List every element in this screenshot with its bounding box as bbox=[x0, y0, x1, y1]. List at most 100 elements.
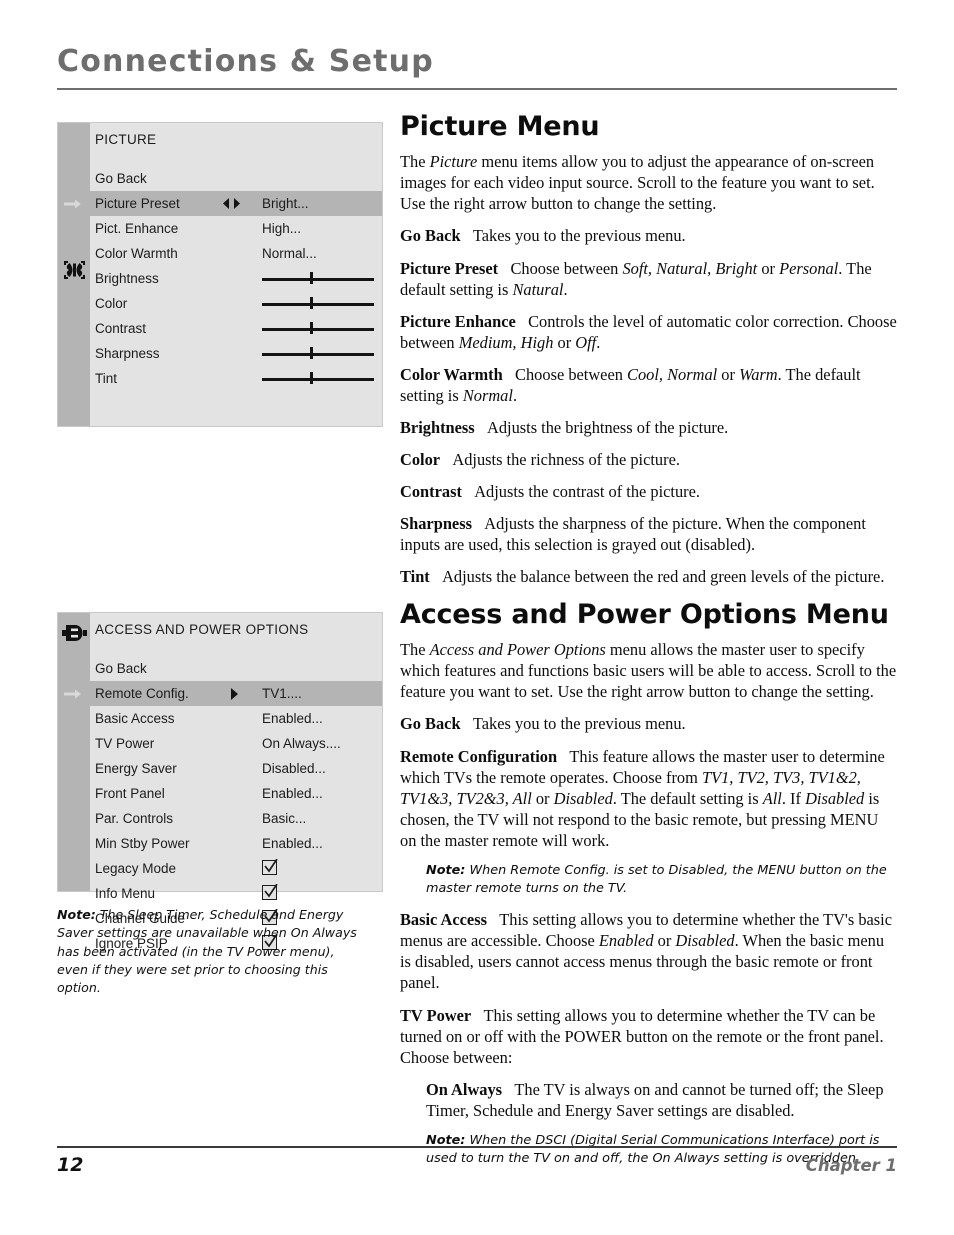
access-power-section: Access and Power Options Menu The Access… bbox=[400, 599, 897, 1179]
osd-item-brightness[interactable]: Brightness bbox=[90, 266, 382, 291]
header-divider bbox=[57, 88, 897, 90]
term-body-d: . If bbox=[781, 788, 806, 808]
osd-item-value: Bright... bbox=[262, 196, 309, 211]
osd-item-value: Enabled... bbox=[262, 711, 323, 726]
footer-divider bbox=[57, 1146, 897, 1148]
legacy-mode-checkbox[interactable] bbox=[262, 859, 278, 875]
osd-item-par-controls[interactable]: Par. Controls Basic... bbox=[90, 806, 382, 831]
osd-item-energy-saver[interactable]: Energy Saver Disabled... bbox=[90, 756, 382, 781]
sharpness-slider[interactable] bbox=[262, 347, 374, 359]
picture-menu-osd: PICTURE Go Back Picture Preset Bright...… bbox=[57, 122, 383, 427]
osd-title-row: PICTURE bbox=[90, 123, 382, 157]
brightness-slider[interactable] bbox=[262, 272, 374, 284]
term-body-b: or bbox=[757, 258, 780, 278]
info-menu-checkbox[interactable] bbox=[262, 884, 278, 900]
osd-title: PICTURE bbox=[95, 132, 157, 147]
term: Basic Access bbox=[400, 910, 487, 930]
osd-item-label: Par. Controls bbox=[95, 811, 174, 826]
term: Picture Preset bbox=[400, 258, 499, 278]
term-body-d: . bbox=[512, 385, 518, 405]
osd-item-label: Picture Preset bbox=[95, 196, 180, 211]
intro-emphasis: Access and Power Options bbox=[429, 640, 606, 660]
access-item-basic-access: Basic Access This setting allows you to … bbox=[400, 909, 897, 993]
access-item-tv-power: TV Power This setting allows you to dete… bbox=[400, 1005, 897, 1068]
picture-item-brightness: Brightness Adjusts the brightness of the… bbox=[400, 417, 897, 438]
osd-item-pict-enhance[interactable]: Pict. Enhance High... bbox=[90, 216, 382, 241]
osd-item-value: TV1.... bbox=[262, 686, 302, 701]
term-em-b: Disabled bbox=[553, 788, 613, 808]
osd-item-label: Go Back bbox=[95, 661, 147, 676]
osd-item-label: Front Panel bbox=[95, 786, 165, 801]
osd-item-label: Go Back bbox=[95, 171, 147, 186]
chapter-label: Chapter 1 bbox=[805, 1156, 897, 1175]
left-right-adjust-arrows-icon[interactable] bbox=[223, 191, 240, 216]
osd-spacer bbox=[90, 157, 382, 166]
access-menu-rows: ACCESS AND POWER OPTIONS Go Back Remote … bbox=[64, 613, 382, 956]
access-power-intro: The Access and Power Options menu allows… bbox=[400, 639, 897, 702]
intro-emphasis: Picture bbox=[429, 152, 478, 172]
osd-item-value: Normal... bbox=[262, 246, 317, 261]
slider-knob[interactable] bbox=[310, 372, 313, 384]
picture-menu-heading: Picture Menu bbox=[400, 111, 600, 142]
contrast-slider[interactable] bbox=[262, 322, 374, 334]
term-em-a: Enabled bbox=[598, 931, 654, 951]
submenu-arrow-icon[interactable] bbox=[230, 681, 238, 706]
slider-knob[interactable] bbox=[310, 297, 313, 309]
note-label: Note: bbox=[57, 907, 96, 922]
osd-item-label: Energy Saver bbox=[95, 761, 177, 776]
page-header: Connections & Setup bbox=[57, 46, 897, 78]
term-body-b: or bbox=[531, 788, 554, 808]
tint-slider[interactable] bbox=[262, 372, 374, 384]
osd-item-contrast[interactable]: Contrast bbox=[90, 316, 382, 341]
intro-text-a: The bbox=[400, 152, 430, 172]
osd-item-legacy-mode[interactable]: Legacy Mode bbox=[90, 856, 382, 881]
osd-item-basic-access[interactable]: Basic Access Enabled... bbox=[90, 706, 382, 731]
osd-item-color-warmth[interactable]: Color Warmth Normal... bbox=[90, 241, 382, 266]
slider-knob[interactable] bbox=[310, 272, 313, 284]
osd-item-info-menu[interactable]: Info Menu bbox=[90, 881, 382, 906]
term: Brightness bbox=[400, 418, 475, 438]
page-number: 12 bbox=[57, 1154, 84, 1176]
osd-item-front-panel[interactable]: Front Panel Enabled... bbox=[90, 781, 382, 806]
term-body: Adjusts the balance between the red and … bbox=[442, 567, 885, 587]
color-slider[interactable] bbox=[262, 297, 374, 309]
note-text: The Sleep Timer, Schedule and Energy Sav… bbox=[57, 907, 357, 995]
osd-item-label: Contrast bbox=[95, 321, 147, 336]
picture-item-picture-preset: Picture Preset Choose between Soft, Natu… bbox=[400, 258, 897, 300]
osd-item-label: Color Warmth bbox=[95, 246, 178, 261]
osd-spacer bbox=[90, 647, 382, 656]
selection-arrow-icon bbox=[64, 688, 82, 699]
term-body: Takes you to the previous menu. bbox=[472, 714, 686, 734]
osd-item-go-back[interactable]: Go Back bbox=[90, 166, 382, 191]
osd-item-label: Basic Access bbox=[95, 711, 175, 726]
osd-item-min-stby-power[interactable]: Min Stby Power Enabled... bbox=[90, 831, 382, 856]
osd-item-picture-preset[interactable]: Picture Preset Bright... bbox=[64, 191, 382, 216]
osd-item-tint[interactable]: Tint bbox=[90, 366, 382, 391]
term-body-a: Choose between bbox=[510, 258, 623, 278]
term-body-c: . bbox=[596, 332, 601, 352]
note-label: Note: bbox=[426, 862, 466, 878]
osd-item-tv-power[interactable]: TV Power On Always.... bbox=[90, 731, 382, 756]
sleep-timer-note: Note: The Sleep Timer, Schedule and Ener… bbox=[57, 906, 357, 997]
picture-item-picture-enhance: Picture Enhance Controls the level of au… bbox=[400, 311, 897, 353]
slider-knob[interactable] bbox=[310, 322, 313, 334]
picture-item-contrast: Contrast Adjusts the contrast of the pic… bbox=[400, 481, 897, 502]
term: Remote Configuration bbox=[400, 746, 558, 766]
term-body-d: . bbox=[563, 279, 568, 299]
term: Tint bbox=[400, 567, 430, 587]
osd-item-label: TV Power bbox=[95, 736, 155, 751]
picture-item-go-back: Go Back Takes you to the previous menu. bbox=[400, 225, 897, 246]
term-em-a: Medium, High bbox=[458, 332, 554, 352]
term: Contrast bbox=[400, 482, 462, 502]
slider-knob[interactable] bbox=[310, 347, 313, 359]
osd-item-color[interactable]: Color bbox=[90, 291, 382, 316]
term: Sharpness bbox=[400, 514, 472, 534]
osd-item-label: Brightness bbox=[95, 271, 159, 286]
osd-item-label: Info Menu bbox=[95, 886, 156, 901]
osd-item-remote-config[interactable]: Remote Config. TV1.... bbox=[64, 681, 382, 706]
term: On Always bbox=[426, 1079, 503, 1099]
osd-item-label: Color bbox=[95, 296, 128, 311]
access-item-remote-configuration: Remote Configuration This feature allows… bbox=[400, 746, 897, 851]
osd-item-go-back[interactable]: Go Back bbox=[90, 656, 382, 681]
osd-item-sharpness[interactable]: Sharpness bbox=[90, 341, 382, 366]
